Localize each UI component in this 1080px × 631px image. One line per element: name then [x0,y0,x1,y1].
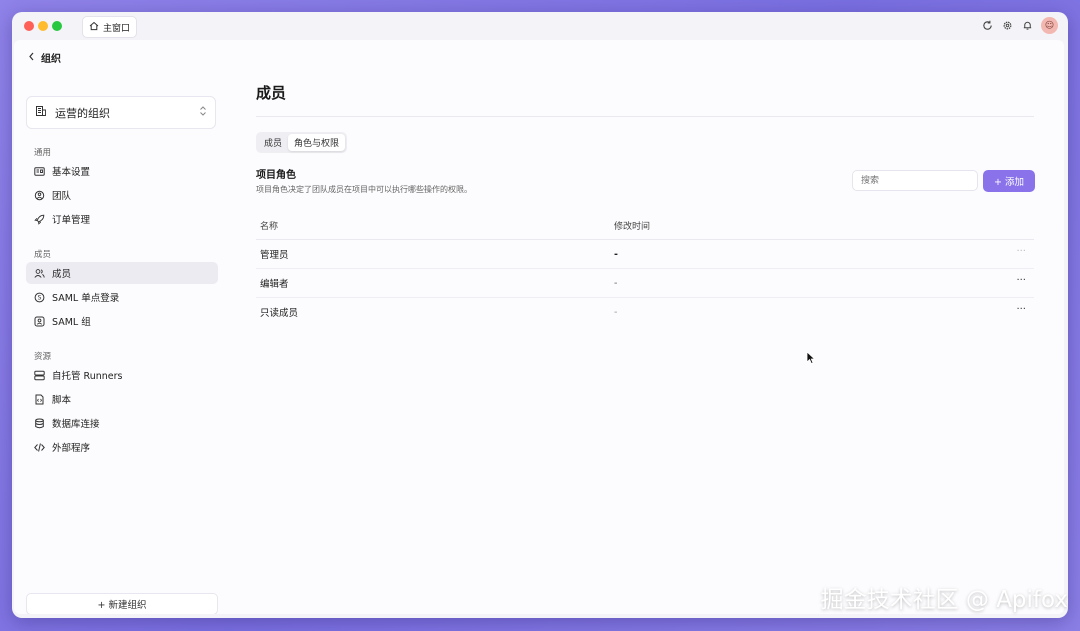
users-icon [34,268,45,279]
script-icon [34,394,45,405]
section-description: 项目角色决定了团队成员在项目中可以执行哪些操作的权限。 [256,185,472,194]
role-modified-time: - [614,277,618,289]
user-avatar[interactable]: ☺ [1041,17,1058,34]
new-org-button[interactable]: + 新建组织 [26,593,218,614]
rocket-icon [34,214,45,225]
table-row[interactable]: 只读成员 - ··· [256,298,1034,326]
maximize-window-button[interactable] [52,21,62,31]
building-icon [35,105,47,120]
sidebar-item-label: 数据库连接 [52,419,100,430]
sidebar-item-saml-sso[interactable]: S SAML 单点登录 [26,286,218,308]
sidebar-item-label: SAML 单点登录 [52,293,120,304]
more-options-icon[interactable]: ··· [1016,275,1026,286]
divider [256,116,1034,117]
org-selector[interactable]: 运营的组织 [26,96,216,129]
sidebar-item-team[interactable]: 团队 [26,184,218,206]
chevron-updown-icon [199,106,207,119]
sidebar-item-label: 自托管 Runners [52,371,123,382]
server-icon [34,370,45,381]
id-card-icon [34,166,45,177]
section-title-members: 成员 [34,250,52,260]
role-modified-time: - [614,306,618,318]
page-title: 成员 [256,84,287,102]
more-options-icon[interactable]: ··· [1016,246,1026,257]
section-title-general: 通用 [34,148,52,158]
sidebar-item-label: 团队 [52,191,72,202]
svg-text:S: S [38,294,42,301]
sidebar-item-label: 成员 [52,269,72,280]
sidebar-item-label: 订单管理 [52,215,91,226]
database-icon [34,418,45,429]
tab-bar: 成员 角色与权限 [256,132,348,153]
role-name: 管理员 [260,250,289,261]
column-header-modified: 修改时间 [614,222,651,232]
add-role-button[interactable]: + 添加 [983,170,1035,192]
back-button[interactable]: 组织 [28,50,61,65]
role-name: 只读成员 [260,308,299,319]
sidebar-item-label: SAML 组 [52,317,91,328]
mouse-cursor-icon [806,350,816,369]
home-tab-label: 主窗口 [103,23,131,34]
sidebar-item-saml-group[interactable]: SAML 组 [26,310,218,332]
sidebar-item-basic-settings[interactable]: 基本设置 [26,160,218,182]
search-input[interactable] [852,170,978,191]
sidebar: 组织 运营的组织 通用 基本设置 团队 订单管理 成员 成员 S SAML 单点… [14,40,226,614]
section-title: 项目角色 [256,170,296,181]
back-label: 组织 [41,54,61,65]
code-icon [34,442,45,453]
role-modified-time: - [614,248,618,260]
main-panel: 成员 成员 角色与权限 项目角色 项目角色决定了团队成员在项目中可以执行哪些操作… [226,40,1064,614]
roles-table: 名称 修改时间 管理员 - ··· 编辑者 - ··· 只读成员 - ··· [256,212,1034,326]
home-icon [89,21,99,34]
title-bar: 主窗口 ☺ [12,12,1068,40]
team-icon [34,190,45,201]
role-name: 编辑者 [260,279,289,290]
refresh-icon[interactable] [981,20,993,32]
chevron-left-icon [28,52,35,64]
org-name: 运营的组织 [55,106,110,120]
more-options-icon[interactable]: ··· [1016,304,1026,315]
sidebar-item-orders[interactable]: 订单管理 [26,208,218,230]
saml-icon: S [34,292,45,303]
sidebar-item-external-programs[interactable]: 外部程序 [26,436,218,458]
bell-icon[interactable] [1021,20,1033,32]
table-row[interactable]: 管理员 - ··· [256,240,1034,269]
sidebar-item-runners[interactable]: 自托管 Runners [26,364,218,386]
table-row[interactable]: 编辑者 - ··· [256,269,1034,298]
column-header-name: 名称 [260,222,279,232]
home-tab[interactable]: 主窗口 [82,16,138,38]
app-window: 主窗口 ☺ 组织 运营的组织 通用 基本设置 团队 订单管理 成员 成员 S S… [12,12,1068,618]
settings-icon[interactable] [1001,20,1013,32]
sidebar-item-label: 脚本 [52,395,72,406]
sidebar-item-label: 基本设置 [52,167,91,178]
sidebar-item-scripts[interactable]: 脚本 [26,388,218,410]
section-title-resources: 资源 [34,352,52,362]
tab-roles-permissions[interactable]: 角色与权限 [288,134,346,151]
watermark: 掘金技术社区 @ Apifox [820,587,1068,613]
tab-members[interactable]: 成员 [258,134,288,151]
sidebar-item-label: 外部程序 [52,443,91,454]
table-header: 名称 修改时间 [256,212,1034,240]
sidebar-item-database[interactable]: 数据库连接 [26,412,218,434]
saml-group-icon [34,316,45,327]
close-window-button[interactable] [24,21,34,31]
content-area: 组织 运营的组织 通用 基本设置 团队 订单管理 成员 成员 S SAML 单点… [14,40,1064,614]
minimize-window-button[interactable] [38,21,48,31]
sidebar-item-members[interactable]: 成员 [26,262,218,284]
